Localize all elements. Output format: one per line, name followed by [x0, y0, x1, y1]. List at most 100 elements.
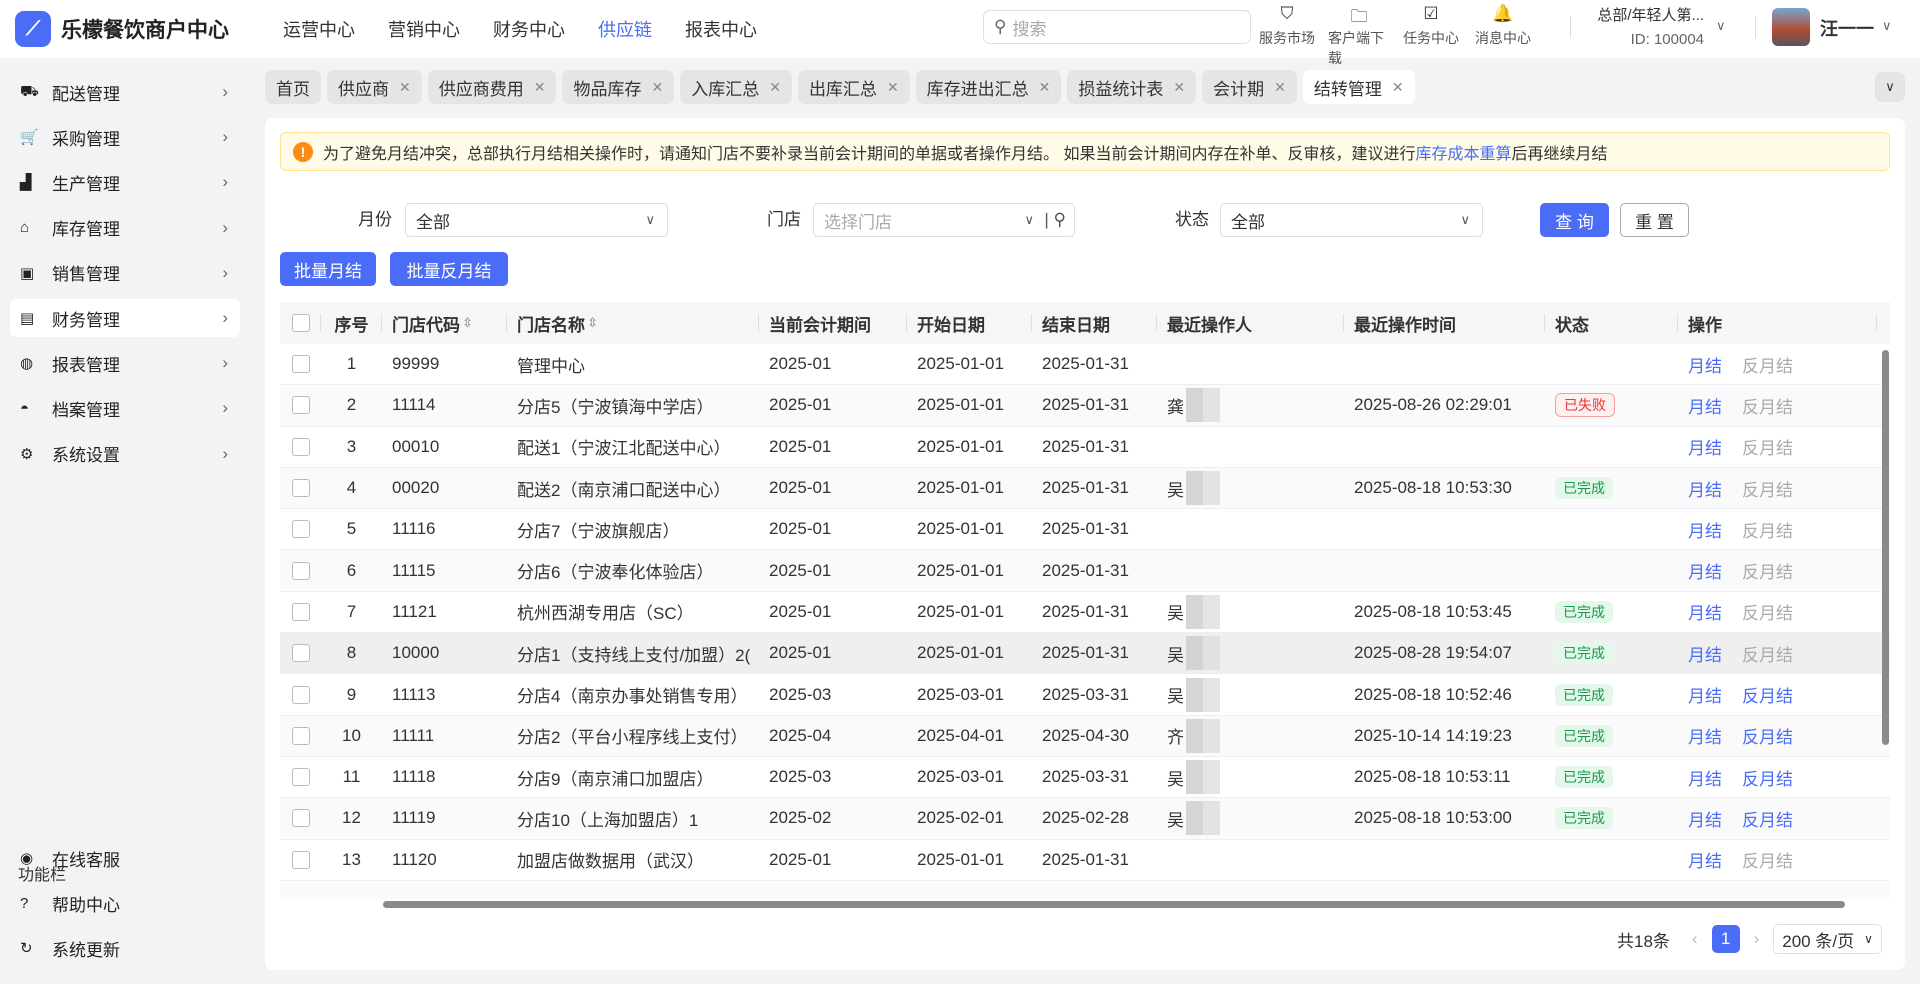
recalculate-cost-link[interactable]: 库存成本重算	[1415, 140, 1511, 164]
tab[interactable]: 物品库存 ✕	[562, 70, 675, 104]
reverse-close-link[interactable]: 反月结	[1742, 806, 1793, 831]
sidebar-item[interactable]: 🛒 采购管理 ›	[10, 118, 240, 156]
topnav-item[interactable]: 报表中心	[685, 16, 757, 42]
table-row[interactable]: 9 11113 分店4（南京办事处销售专用） 2025-03 2025-03-01 202…	[280, 674, 1890, 716]
column-header[interactable]: 门店代码 ⇳	[382, 302, 507, 344]
close-month-link[interactable]: 月结	[1688, 352, 1722, 377]
page-1-button[interactable]: 1	[1711, 925, 1740, 953]
sidebar-item[interactable]: ⛟ 配送管理 ›	[10, 73, 240, 111]
reverse-close-link[interactable]: 反月结	[1742, 641, 1793, 666]
topnav-item[interactable]: 供应链	[598, 16, 652, 42]
sidebar-item[interactable]: ▣ 销售管理 ›	[10, 254, 240, 292]
status-select[interactable]: 全部 ∨	[1220, 203, 1483, 237]
user-name[interactable]: 汪一一	[1820, 15, 1874, 41]
sidebar-item[interactable]: ◍ 报表管理 ›	[10, 344, 240, 382]
tab[interactable]: 结转管理 ✕	[1302, 70, 1415, 104]
close-month-link[interactable]: 月结	[1688, 476, 1722, 501]
close-month-link[interactable]: 月结	[1688, 847, 1722, 872]
row-checkbox[interactable]	[291, 396, 310, 415]
row-checkbox[interactable]	[291, 520, 310, 539]
row-checkbox[interactable]	[291, 809, 310, 828]
select-all-checkbox[interactable]	[291, 314, 310, 332]
table-row[interactable]: 12 11119 分店10（上海加盟店）1 2025-02 2025-02-01 2025…	[280, 798, 1890, 840]
table-row[interactable]: 2 11114 分店5（宁波镇海中学店） 2025-01 2025-01-01 2025-…	[280, 385, 1890, 427]
close-icon[interactable]: ✕	[1392, 79, 1404, 96]
table-row[interactable]: 8 10000 分店1（支持线上支付/加盟）2(2025-01 2025-01-01 2…	[280, 633, 1890, 675]
function-item[interactable]: ◉ 在线客服	[10, 839, 240, 877]
close-month-link[interactable]: 月结	[1688, 723, 1722, 748]
reverse-close-link[interactable]: 反月结	[1742, 723, 1793, 748]
close-icon[interactable]: ✕	[534, 79, 546, 96]
reverse-close-link[interactable]: 反月结	[1742, 352, 1793, 377]
tool-market[interactable]: ⛉ 服务市场	[1256, 4, 1318, 68]
close-icon[interactable]: ✕	[1173, 79, 1185, 96]
row-checkbox[interactable]	[291, 685, 310, 704]
tabs-more-button[interactable]: ∨	[1875, 72, 1905, 102]
sort-icon[interactable]: ⇳	[587, 315, 598, 331]
function-item[interactable]: ? 帮助中心	[10, 884, 240, 922]
close-icon[interactable]: ✕	[1274, 79, 1286, 96]
row-checkbox[interactable]	[291, 561, 310, 580]
row-checkbox[interactable]	[291, 644, 310, 663]
topnav-item[interactable]: 财务中心	[493, 16, 565, 42]
avatar[interactable]	[1772, 8, 1810, 46]
close-icon[interactable]: ✕	[887, 79, 899, 96]
tab[interactable]: 供应商费用 ✕	[427, 70, 557, 104]
close-icon[interactable]: ✕	[769, 79, 781, 96]
page-size-select[interactable]: 200 条/页 ∨	[1773, 924, 1882, 954]
search-input[interactable]: ⚲ 搜索	[983, 10, 1251, 44]
close-icon[interactable]: ✕	[1039, 79, 1051, 96]
topnav-item[interactable]: 运营中心	[283, 16, 355, 42]
prev-page-icon[interactable]: ‹	[1692, 929, 1698, 949]
table-row[interactable]: 11 11118 分店9（南京浦口加盟店） 2025-03 2025-03-01 2025…	[280, 757, 1890, 799]
table-row[interactable]: 5 11116 分店7（宁波旗舰店） 2025-01 2025-01-01 2025-01…	[280, 509, 1890, 551]
reverse-close-link[interactable]: 反月结	[1742, 765, 1793, 790]
reverse-close-link[interactable]: 反月结	[1742, 558, 1793, 583]
table-row[interactable]: 3 00010 配送1（宁波江北配送中心） 2025-01 2025-01-01 2025…	[280, 427, 1890, 468]
row-checkbox[interactable]	[291, 602, 310, 621]
close-month-link[interactable]: 月结	[1688, 517, 1722, 542]
table-row[interactable]: 4 00020 配送2（南京浦口配送中心） 2025-01 2025-01-01 2025…	[280, 467, 1890, 510]
tab[interactable]: 供应商 ✕	[327, 70, 422, 104]
horizontal-scrollbar[interactable]	[383, 901, 1845, 908]
org-switcher[interactable]: 总部/年轻人第... ID: 100004	[1584, 4, 1704, 52]
table-row[interactable]: 6 11115 分店6（宁波奉化体验店） 2025-01 2025-01-01 2025-…	[280, 550, 1890, 592]
table-row[interactable]: 7 11121 杭州西湖专用店（SC） 2025-01 2025-01-01 2025-0…	[280, 592, 1890, 634]
tab[interactable]: 会计期 ✕	[1202, 70, 1297, 104]
sidebar-item[interactable]: ▟ 生产管理 ›	[10, 163, 240, 201]
next-page-icon[interactable]: ›	[1754, 929, 1760, 949]
table-row[interactable]: 10 11111 分店2（平台小程序线上支付） 2025-04 2025-04-01 20…	[280, 715, 1890, 757]
function-item[interactable]: ↻ 系统更新	[10, 929, 240, 967]
sidebar-item[interactable]: ◓ 档案管理 ›	[10, 389, 240, 427]
tool-download-folder[interactable]: 🗀 客户端下载	[1328, 4, 1390, 68]
row-checkbox[interactable]	[291, 355, 310, 374]
table-row[interactable]	[280, 880, 1890, 899]
tab[interactable]: 出库汇总 ✕	[797, 70, 910, 104]
chevron-down-icon[interactable]: ∨	[1716, 18, 1726, 34]
reverse-close-link[interactable]: 反月结	[1742, 847, 1793, 872]
close-month-link[interactable]: 月结	[1688, 806, 1722, 831]
tool-clipboard-check[interactable]: ☑ 任务中心	[1400, 4, 1462, 68]
search-icon[interactable]: | ⚲	[1044, 210, 1066, 230]
close-month-link[interactable]: 月结	[1688, 393, 1722, 418]
row-checkbox[interactable]	[291, 479, 310, 498]
month-select[interactable]: 全部 ∨	[405, 203, 668, 237]
vertical-scrollbar[interactable]	[1882, 350, 1889, 745]
close-month-link[interactable]: 月结	[1688, 682, 1722, 707]
logo[interactable]: ⟋ 乐檬餐饮商户中心	[15, 11, 229, 47]
close-month-link[interactable]: 月结	[1688, 765, 1722, 790]
close-month-link[interactable]: 月结	[1688, 558, 1722, 583]
reverse-close-link[interactable]: 反月结	[1742, 434, 1793, 459]
sort-icon[interactable]: ⇳	[462, 315, 473, 331]
reverse-close-link[interactable]: 反月结	[1742, 517, 1793, 542]
row-checkbox[interactable]	[291, 726, 310, 745]
close-month-link[interactable]: 月结	[1688, 434, 1722, 459]
table-row[interactable]: 13 11120 加盟店做数据用（武汉） 2025-01 2025-01-01 2025-…	[280, 840, 1890, 881]
sidebar-item[interactable]: ▤ 财务管理 ›	[10, 299, 240, 337]
close-icon[interactable]: ✕	[651, 79, 663, 96]
row-checkbox[interactable]	[291, 768, 310, 787]
chevron-down-icon[interactable]: ∨	[1882, 18, 1892, 34]
batch-close-button[interactable]: 批量月结	[280, 252, 376, 286]
topnav-item[interactable]: 营销中心	[388, 16, 460, 42]
tab[interactable]: 损益统计表 ✕	[1067, 70, 1197, 104]
